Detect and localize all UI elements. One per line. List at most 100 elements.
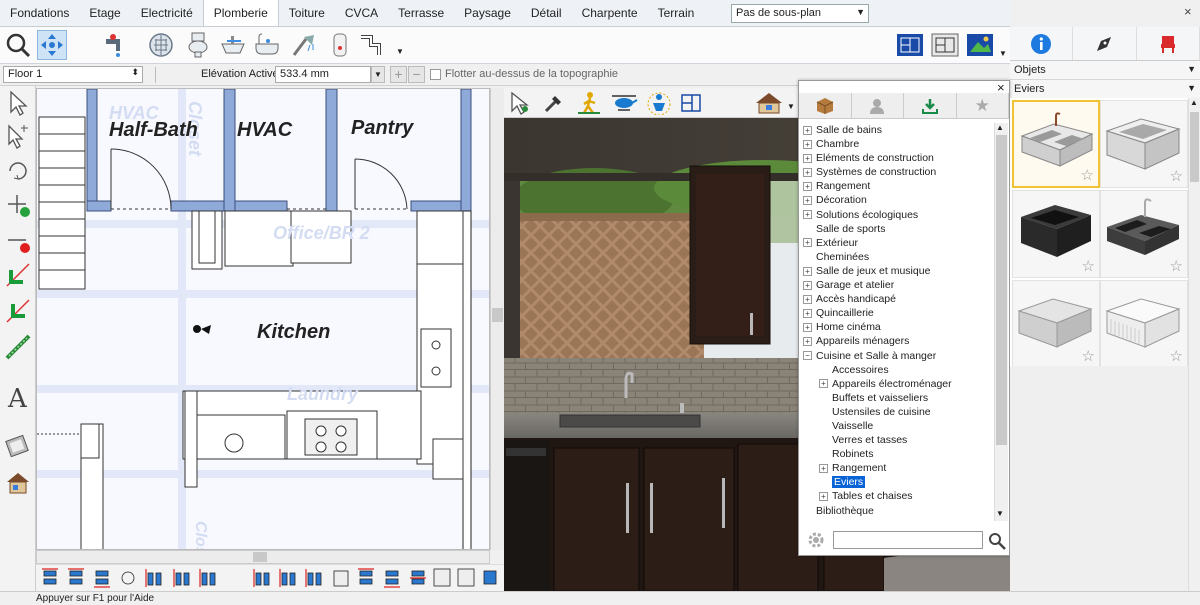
search-icon[interactable]	[988, 532, 1006, 553]
plan-horizontal-scrollbar[interactable]	[36, 550, 490, 564]
multi-select-icon[interactable]	[3, 122, 33, 152]
tree-item[interactable]: +Eclairage	[803, 518, 993, 520]
library-tab-user[interactable]	[851, 93, 904, 118]
pipe-icon[interactable]	[357, 30, 387, 60]
star-icon[interactable]: ☆	[1081, 166, 1094, 184]
select-arrow-icon[interactable]	[3, 88, 33, 118]
tree-item[interactable]: + Appareils électroménager	[803, 377, 993, 391]
sink-icon[interactable]	[218, 30, 248, 60]
object-subcategory-combo[interactable]: Eviers ▼	[1010, 80, 1200, 99]
delete-point-icon[interactable]	[3, 226, 33, 256]
tree-item[interactable]: + Quincaillerie	[803, 306, 993, 320]
drain-grate-icon[interactable]	[146, 30, 176, 60]
tree-item[interactable]: Cheminées	[803, 250, 993, 264]
plan-vertical-scrollbar[interactable]	[490, 88, 504, 550]
tree-item[interactable]: + Systèmes de construction	[803, 165, 993, 179]
thumbnail-scrollbar[interactable]: ▲	[1188, 98, 1200, 591]
thumb-single-bowl-stainless-sink[interactable]: ☆	[1100, 100, 1188, 188]
tab-terrain[interactable]: Terrain	[648, 0, 705, 26]
library-tab-download[interactable]	[904, 93, 957, 118]
thumb-single-bowl-black-sink[interactable]: ☆	[1012, 190, 1100, 278]
expand-icon[interactable]: +	[803, 125, 812, 135]
plan-snapshot-icon[interactable]	[680, 91, 706, 118]
thumb-double-bowl-dark-sink[interactable]: ☆	[1100, 190, 1188, 278]
tree-item[interactable]: + Solutions écologiques	[803, 208, 993, 222]
tree-item[interactable]: Buffets et vaisseliers	[803, 391, 993, 405]
water-heater-icon[interactable]	[325, 30, 355, 60]
tree-item[interactable]: + Décoration	[803, 193, 993, 207]
add-point-icon[interactable]	[3, 190, 33, 220]
expand-icon[interactable]: +	[803, 294, 812, 304]
star-icon[interactable]: ☆	[1082, 347, 1095, 365]
floor-plan-view-icon[interactable]	[895, 30, 925, 60]
align-icons-row[interactable]	[36, 565, 506, 592]
floor-plan-view[interactable]: HVAC Closet Office/BR 2 Laundry Closet Half-…	[36, 88, 490, 550]
scroll-thumb[interactable]	[492, 308, 503, 322]
scroll-thumb[interactable]	[996, 135, 1007, 445]
chamfer-green-icon[interactable]	[3, 296, 33, 326]
expand-icon[interactable]: +	[803, 210, 812, 220]
chevron-up-icon[interactable]: ▲	[996, 123, 1004, 132]
elevation-dropdown[interactable]: ▼	[371, 66, 385, 83]
tree-item[interactable]: Salle de sports	[803, 222, 993, 236]
star-icon[interactable]: ☆	[1170, 347, 1183, 365]
shower-icon[interactable]	[289, 30, 319, 60]
minus-icon[interactable]: −	[408, 66, 425, 83]
tab-electricit-[interactable]: Electricité	[131, 0, 203, 26]
expand-icon[interactable]: +	[803, 308, 812, 318]
tab-fondations[interactable]: Fondations	[0, 0, 79, 26]
expand-icon[interactable]: +	[803, 323, 812, 333]
thumb-farmhouse-white-sink[interactable]: ☆	[1100, 280, 1188, 368]
expand-icon[interactable]: +	[803, 337, 812, 347]
view-options-chevron-icon[interactable]: ▼	[999, 49, 1007, 58]
toilet-icon[interactable]	[183, 30, 213, 60]
chevron-down-icon[interactable]: ▼	[996, 509, 1004, 518]
expand-icon[interactable]: +	[803, 280, 812, 290]
expand-icon[interactable]: +	[803, 238, 812, 248]
tree-item[interactable]: Vaisselle	[803, 419, 993, 433]
tree-item[interactable]: Accessoires	[803, 363, 993, 377]
tree-item[interactable]: + Chambre	[803, 137, 993, 151]
expand-icon[interactable]: +	[803, 139, 812, 149]
tab-cvca[interactable]: CVCA	[335, 0, 388, 26]
elevation-input[interactable]: 533.4 mm	[275, 66, 371, 83]
tree-item[interactable]: Eviers	[803, 475, 993, 489]
library-tab-catalog[interactable]	[799, 93, 852, 118]
expand-icon[interactable]: +	[819, 492, 828, 502]
house-icon[interactable]	[754, 91, 784, 118]
tree-item[interactable]: Verres et tasses	[803, 433, 993, 447]
library-tab-favorites[interactable]: ★	[956, 93, 1009, 118]
tree-item[interactable]: + Tables et chaises	[803, 489, 993, 503]
gear-icon[interactable]	[807, 531, 825, 552]
tree-item[interactable]: + Extérieur	[803, 236, 993, 250]
orbit-person-icon[interactable]	[646, 91, 672, 118]
zoom-icon[interactable]	[3, 30, 33, 60]
pan-icon[interactable]	[37, 30, 67, 60]
camera-view-icon[interactable]	[965, 30, 995, 60]
collapse-icon[interactable]: −	[803, 351, 812, 361]
eyedropper-icon[interactable]	[542, 91, 566, 118]
thumb-double-bowl-stainless-sink[interactable]: ☆	[1012, 100, 1100, 188]
more-tools-chevron-icon[interactable]: ▼	[396, 47, 404, 56]
tab-d-tail[interactable]: Détail	[521, 0, 572, 26]
close-icon[interactable]: ×	[1184, 4, 1192, 19]
expand-icon[interactable]: +	[819, 379, 828, 389]
rotate-icon[interactable]	[3, 156, 33, 186]
expand-icon[interactable]: +	[803, 182, 812, 192]
text-tool-icon[interactable]: A	[3, 382, 33, 412]
tree-item[interactable]: Bibliothèque	[803, 504, 993, 518]
float-checkbox[interactable]	[430, 69, 441, 80]
tree-item[interactable]: + Rangement	[803, 179, 993, 193]
break-line-icon[interactable]	[3, 332, 33, 362]
star-icon[interactable]: ☆	[1170, 167, 1183, 185]
chevron-down-icon[interactable]: ▼	[787, 102, 795, 111]
bathtub-icon[interactable]	[252, 30, 282, 60]
fillet-green-icon[interactable]	[3, 260, 33, 290]
tab-etage[interactable]: Etage	[79, 0, 130, 26]
faucet-icon[interactable]	[101, 30, 131, 60]
tree-item[interactable]: + Salle de bains	[803, 123, 993, 137]
scroll-thumb[interactable]	[253, 552, 267, 562]
library-scrollbar[interactable]: ▲ ▼	[994, 123, 1008, 521]
tab-charpente[interactable]: Charpente	[572, 0, 648, 26]
star-icon[interactable]: ☆	[1170, 257, 1183, 275]
